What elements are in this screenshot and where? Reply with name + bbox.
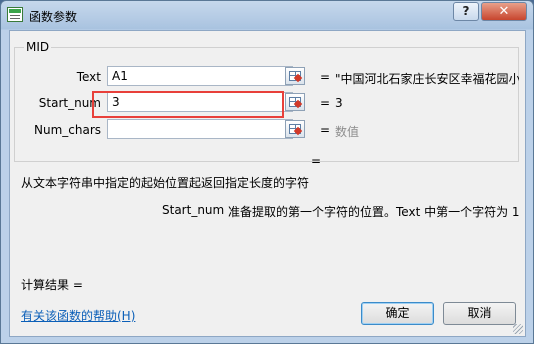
arg-equals-text: = [320, 70, 331, 84]
help-button[interactable]: ? [453, 2, 479, 21]
arg-label-num-chars: Num_chars [33, 123, 101, 137]
function-name: MID [24, 40, 52, 54]
ok-button[interactable]: 确定 [361, 302, 434, 325]
arg-result-start-num: 3 [335, 96, 343, 110]
arg-label-start-num: Start_num [38, 96, 101, 110]
function-arguments-dialog: 函数参数 ? ✕ MID Text = "中国河北石家庄长安区幸福花园小 Sta… [0, 0, 534, 344]
cancel-button[interactable]: 取消 [443, 302, 516, 325]
function-description: 从文本字符串中指定的起始位置起返回指定长度的字符 [21, 176, 310, 190]
arg-input-num-chars[interactable] [107, 119, 293, 139]
collapse-dialog-button-num-chars[interactable] [285, 120, 305, 138]
function-group-box: MID Text = "中国河北石家庄长安区幸福花园小 Start_num = … [14, 40, 519, 162]
excel-app-icon [7, 7, 23, 22]
resize-grip-icon[interactable] [513, 324, 523, 334]
close-button[interactable]: ✕ [481, 2, 527, 21]
arg-result-text: "中国河北石家庄长安区幸福花园小 [335, 72, 519, 86]
arg-help-name: Start_num [162, 203, 225, 217]
arg-result-num-chars: 数值 [335, 125, 360, 139]
collapse-dialog-button-text[interactable] [285, 67, 305, 85]
collapse-dialog-button-start-num[interactable] [285, 93, 305, 111]
arg-equals-num-chars: = [320, 123, 331, 137]
formula-result-equals: = [311, 154, 322, 168]
arg-label-text: Text [76, 70, 101, 84]
arg-help-text: 准备提取的第一个字符的位置。Text 中第一个字符为 1 [228, 205, 520, 219]
arg-input-start-num[interactable] [107, 92, 293, 112]
calc-result-label: 计算结果 = [21, 278, 83, 292]
title-bar[interactable]: 函数参数 ? ✕ [1, 1, 533, 29]
function-help-link[interactable]: 有关该函数的帮助(H) [21, 307, 135, 324]
arg-input-text[interactable] [107, 66, 293, 86]
dialog-title: 函数参数 [29, 10, 78, 24]
dialog-body: MID Text = "中国河北石家庄长安区幸福花园小 Start_num = … [9, 30, 526, 337]
arg-equals-start-num: = [320, 96, 331, 110]
